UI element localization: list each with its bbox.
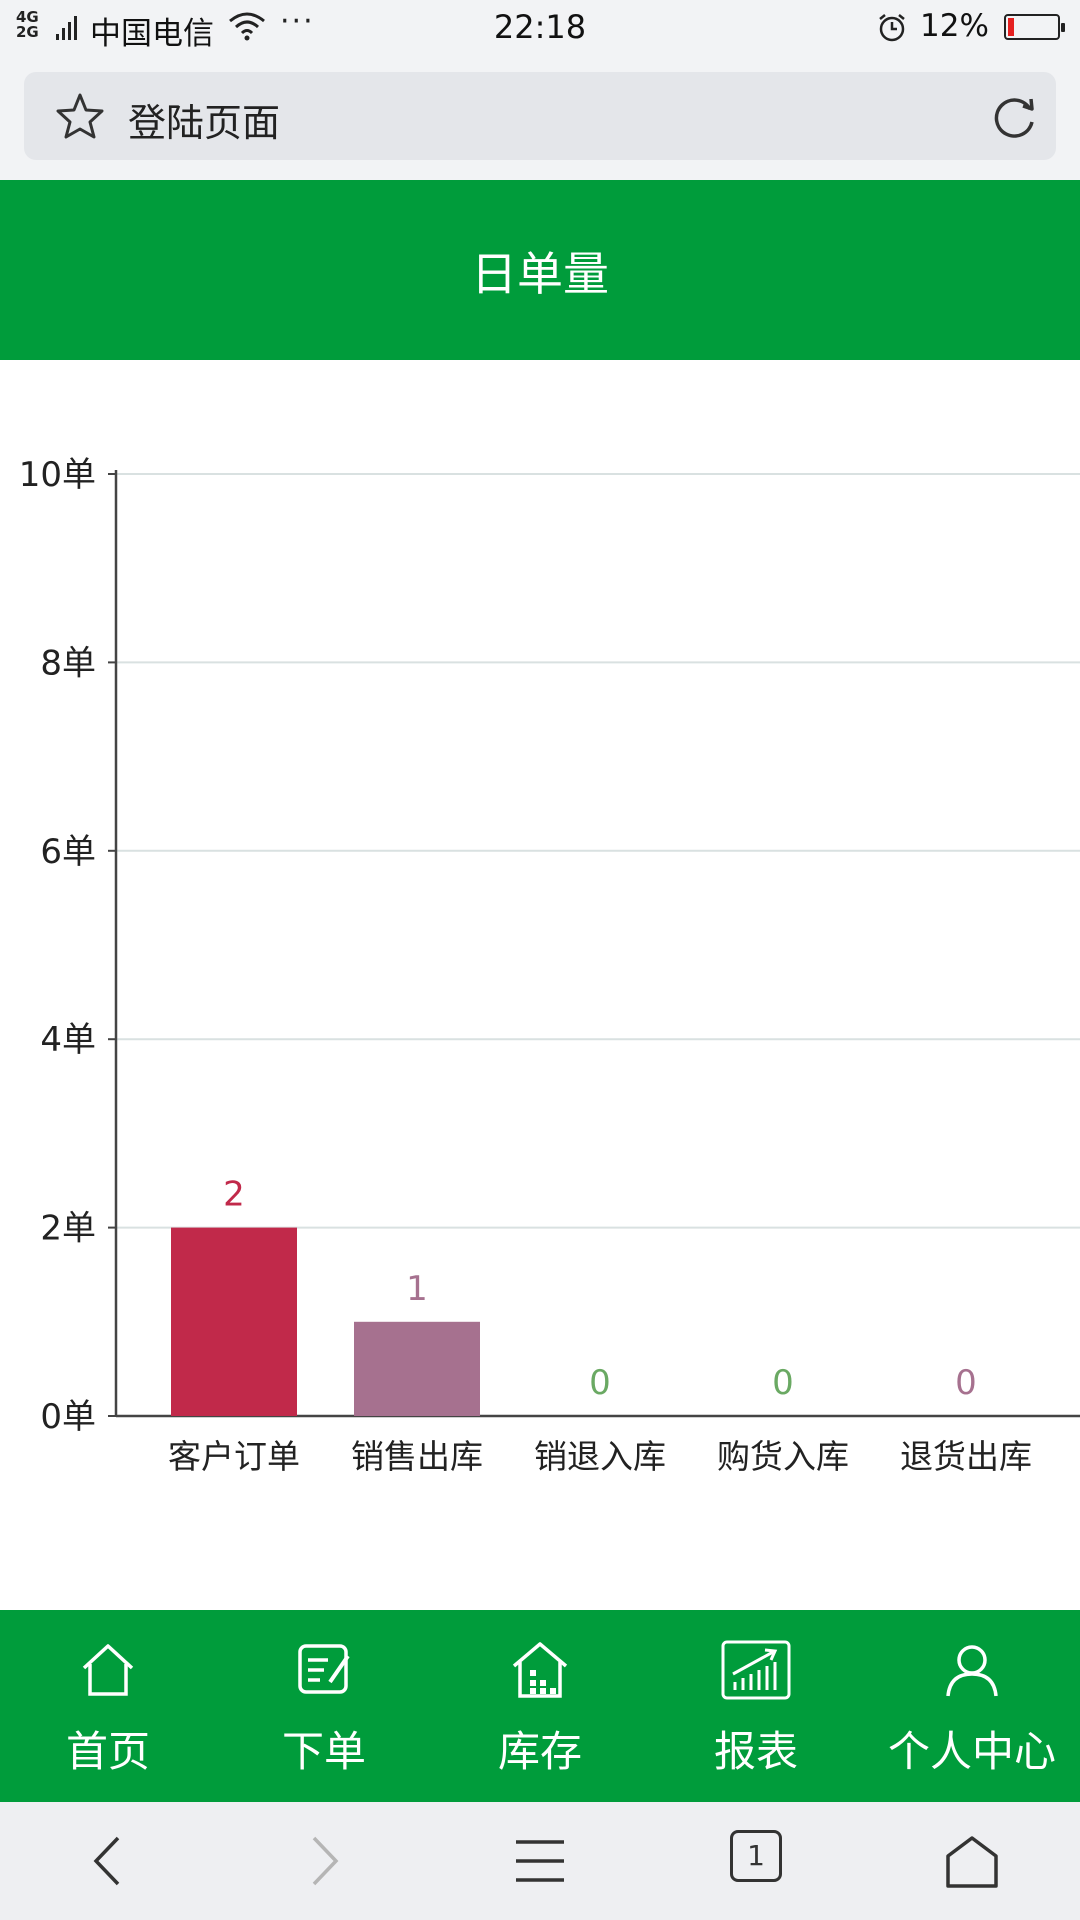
address-bar[interactable]: 登陆页面 bbox=[24, 72, 1056, 160]
y-tick-label: 2单 bbox=[40, 1209, 96, 1249]
browser-toolbar: 1 bbox=[0, 1802, 1080, 1920]
tab-report[interactable]: 报表 bbox=[648, 1610, 864, 1802]
home-icon bbox=[82, 1644, 134, 1696]
header-title: 日单量 bbox=[471, 247, 609, 301]
bottom-tab-bar: 首页 下单 库存 报表 个人中心 bbox=[0, 1610, 1080, 1802]
battery-icon bbox=[1004, 14, 1065, 40]
tab-profile[interactable]: 个人中心 bbox=[864, 1610, 1080, 1802]
alarm-icon bbox=[879, 14, 905, 42]
menu-button[interactable] bbox=[432, 1802, 648, 1920]
browser-address-area: 登陆页面 bbox=[0, 56, 1080, 180]
forward-button[interactable] bbox=[216, 1802, 432, 1920]
menu-icon bbox=[516, 1840, 564, 1882]
tab-count: 1 bbox=[730, 1830, 782, 1882]
y-tick-label: 10单 bbox=[19, 455, 96, 495]
tab-home[interactable]: 首页 bbox=[0, 1610, 216, 1802]
app-header: 日单量 bbox=[0, 180, 1080, 360]
y-tick-label: 0单 bbox=[40, 1397, 96, 1437]
star-icon[interactable] bbox=[54, 92, 106, 140]
reload-icon[interactable] bbox=[990, 92, 1040, 142]
bar-chart: 0单 2单 4单 6单 8单 10单 2 客户订单 1 销售出库 0 销退入库 0 购货入库 0 退货出库 bbox=[19, 455, 1080, 1476]
report-chart-icon bbox=[721, 1640, 791, 1700]
page-title: 登陆页面 bbox=[128, 101, 281, 145]
y-tick-label: 8单 bbox=[40, 643, 96, 683]
tab-profile-label: 个人中心 bbox=[887, 1727, 1056, 1776]
tab-home-label: 首页 bbox=[65, 1727, 150, 1776]
chevron-right-icon bbox=[312, 1836, 339, 1886]
home-button[interactable] bbox=[864, 1802, 1080, 1920]
bar bbox=[171, 1227, 297, 1416]
tab-report-label: 报表 bbox=[713, 1727, 798, 1776]
x-tick-label: 销退入库 bbox=[534, 1437, 666, 1476]
tab-inventory-label: 库存 bbox=[497, 1727, 582, 1776]
chevron-left-icon bbox=[93, 1836, 120, 1886]
data-label: 0 bbox=[772, 1363, 794, 1403]
tab-order-label: 下单 bbox=[281, 1727, 366, 1776]
browser-home-icon bbox=[946, 1836, 998, 1888]
tabs-button[interactable]: 1 bbox=[648, 1802, 864, 1920]
back-button[interactable] bbox=[0, 1802, 216, 1920]
data-label: 2 bbox=[223, 1175, 245, 1215]
tab-inventory[interactable]: 库存 bbox=[432, 1610, 648, 1802]
battery-percent: 12% bbox=[920, 8, 989, 44]
clock: 22:18 bbox=[493, 8, 587, 46]
battery-level bbox=[1008, 18, 1014, 36]
x-tick-label: 购货入库 bbox=[717, 1437, 849, 1476]
bar bbox=[354, 1321, 480, 1416]
status-bar: 4G 2G 中国电信 ··· 22:18 12% bbox=[0, 0, 1080, 56]
user-icon bbox=[946, 1645, 998, 1697]
chart-area: 0单 2单 4单 6单 8单 10单 2 客户订单 1 销售出库 0 销退入库 0 购货入库 0 退货出库 bbox=[0, 360, 1080, 1610]
data-label: 0 bbox=[955, 1363, 977, 1403]
x-tick-label: 退货出库 bbox=[900, 1437, 1032, 1476]
edit-order-icon bbox=[298, 1644, 350, 1694]
warehouse-icon bbox=[512, 1642, 568, 1698]
y-tick-label: 4单 bbox=[40, 1020, 96, 1060]
x-tick-label: 销售出库 bbox=[351, 1437, 483, 1476]
y-tick-label: 6单 bbox=[40, 832, 96, 872]
data-label: 0 bbox=[589, 1363, 611, 1403]
data-label: 1 bbox=[406, 1269, 428, 1309]
tab-order[interactable]: 下单 bbox=[216, 1610, 432, 1802]
x-tick-label: 客户订单 bbox=[168, 1437, 300, 1476]
